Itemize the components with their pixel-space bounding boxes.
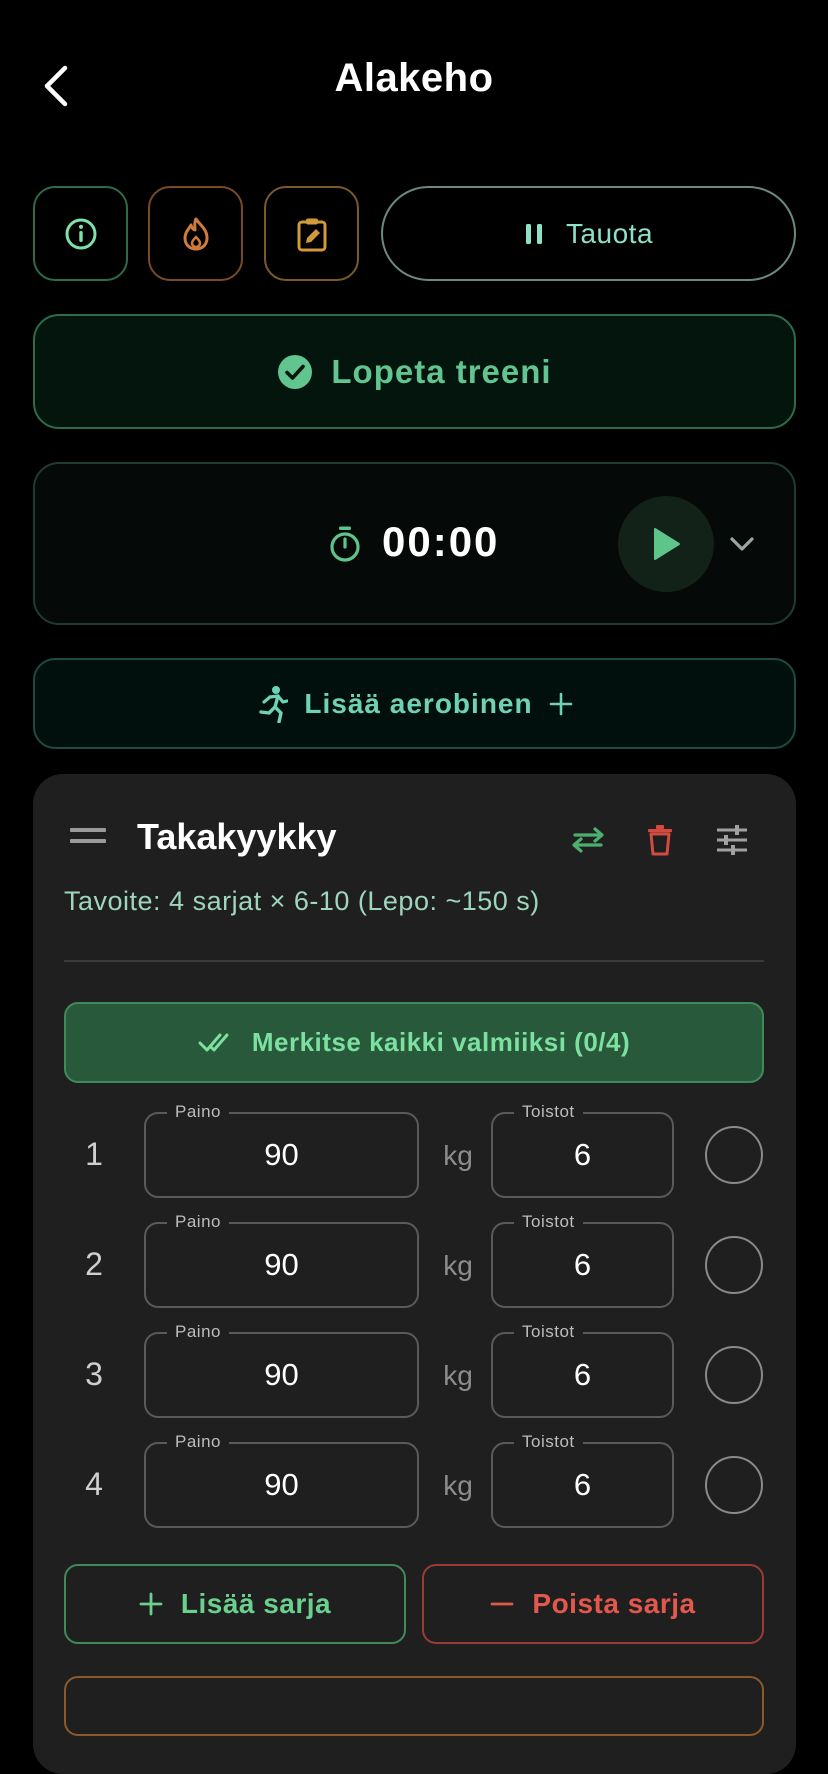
tune-icon: [717, 825, 747, 855]
add-cardio-button[interactable]: Lisää aerobinen: [33, 658, 796, 749]
weight-input[interactable]: 90: [144, 1332, 419, 1418]
clipboard-edit-icon: [297, 218, 326, 251]
play-icon: [654, 528, 680, 560]
set-number: 3: [85, 1356, 103, 1392]
swap-icon: [572, 827, 604, 853]
set-number: 2: [85, 1246, 103, 1282]
reps-label: Toistot: [514, 1212, 583, 1232]
running-person-icon: [259, 685, 289, 723]
next-section-button[interactable]: [64, 1676, 764, 1736]
reps-input[interactable]: 6: [491, 1222, 674, 1308]
fire-icon: [183, 217, 208, 250]
stopwatch-icon: [330, 526, 360, 562]
weight-input[interactable]: 90: [144, 1222, 419, 1308]
set-done-checkbox[interactable]: [705, 1346, 763, 1404]
finish-workout-button[interactable]: Lopeta treeni: [33, 314, 796, 429]
exercise-title: Takakyykky: [137, 816, 337, 857]
timer-expand-button[interactable]: [722, 526, 762, 562]
set-done-checkbox[interactable]: [705, 1236, 763, 1294]
set-number: 4: [85, 1466, 103, 1502]
weight-label: Paino: [167, 1432, 229, 1452]
reps-label: Toistot: [514, 1322, 583, 1342]
remove-set-label: Poista sarja: [532, 1588, 696, 1619]
warmup-button[interactable]: [148, 186, 243, 281]
reps-label: Toistot: [514, 1102, 583, 1122]
remove-set-button[interactable]: Poista sarja: [422, 1564, 764, 1644]
notes-button[interactable]: [264, 186, 359, 281]
info-button[interactable]: [33, 186, 128, 281]
mark-all-done-button[interactable]: Merkitse kaikki valmiiksi (0/4): [64, 1002, 764, 1083]
minus-icon: [490, 1602, 514, 1606]
set-done-checkbox[interactable]: [705, 1126, 763, 1184]
weight-unit: kg: [443, 1360, 473, 1391]
weight-unit: kg: [443, 1250, 473, 1281]
drag-handle-icon[interactable]: [70, 826, 106, 846]
set-done-checkbox[interactable]: [705, 1456, 763, 1514]
weight-label: Paino: [167, 1102, 229, 1122]
info-icon: [65, 218, 96, 249]
divider: [64, 960, 764, 962]
reps-input[interactable]: 6: [491, 1112, 674, 1198]
reps-input[interactable]: 6: [491, 1332, 674, 1418]
check-circle-icon: [278, 354, 313, 389]
double-check-icon: [198, 1033, 229, 1051]
weight-label: Paino: [167, 1322, 229, 1342]
reps-input[interactable]: 6: [491, 1442, 674, 1528]
add-cardio-label: Lisää aerobinen: [304, 687, 533, 719]
add-set-label: Lisää sarja: [180, 1588, 332, 1619]
chevron-down-icon: [730, 537, 754, 551]
pause-button[interactable]: Tauota: [381, 186, 796, 281]
exercise-target: Tavoite: 4 sarjat × 6-10 (Lepo: ~150 s): [64, 886, 540, 916]
pause-icon: [525, 223, 542, 244]
trash-icon: [648, 825, 672, 856]
page-title: Alakeho: [334, 56, 494, 100]
timer-play-button[interactable]: [618, 496, 714, 592]
weight-input[interactable]: 90: [144, 1112, 419, 1198]
weight-label: Paino: [167, 1212, 229, 1232]
reps-label: Toistot: [514, 1432, 583, 1452]
swap-exercise-button[interactable]: [566, 818, 610, 862]
add-set-button[interactable]: Lisää sarja: [64, 1564, 406, 1644]
pause-label: Tauota: [565, 217, 654, 249]
timer-display: 00:00: [382, 518, 500, 565]
delete-exercise-button[interactable]: [638, 818, 682, 862]
weight-input[interactable]: 90: [144, 1442, 419, 1528]
finish-workout-label: Lopeta treeni: [331, 352, 552, 390]
mark-all-done-label: Merkitse kaikki valmiiksi (0/4): [251, 1027, 631, 1057]
set-number: 1: [85, 1136, 103, 1172]
plus-icon: [549, 692, 572, 715]
plus-icon: [139, 1592, 163, 1616]
weight-unit: kg: [443, 1140, 473, 1171]
weight-unit: kg: [443, 1470, 473, 1501]
exercise-settings-button[interactable]: [710, 818, 754, 862]
